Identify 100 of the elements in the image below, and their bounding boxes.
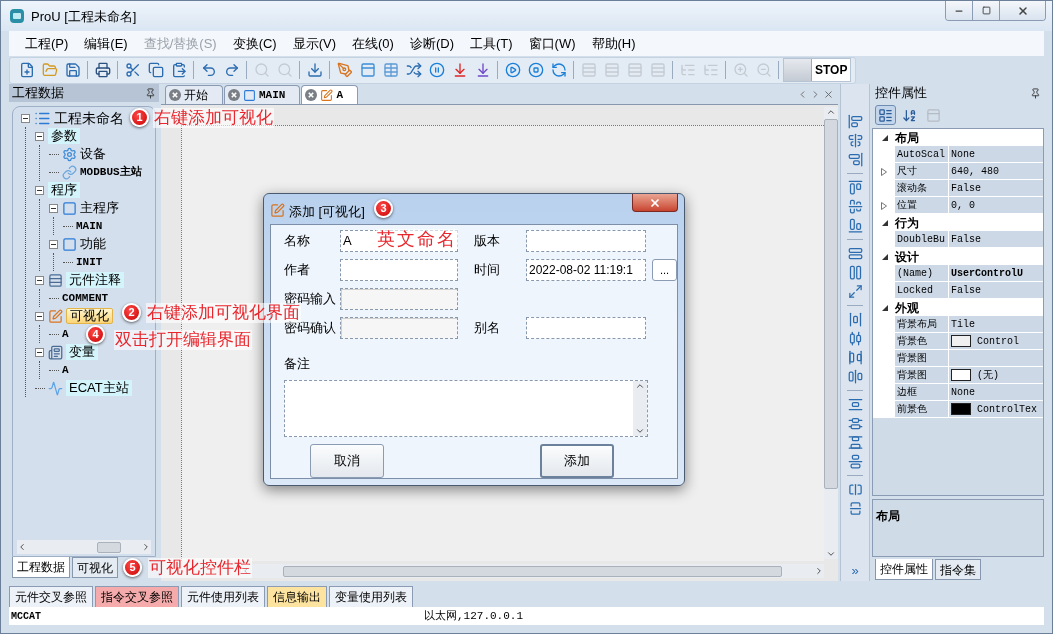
same-width-icon[interactable] — [847, 246, 863, 261]
collapse-icon[interactable] — [49, 203, 58, 213]
input-field[interactable] — [526, 317, 646, 339]
property-value[interactable]: False — [949, 231, 1043, 248]
menu-item[interactable]: 诊断(D) — [401, 33, 462, 54]
scroll-up-icon[interactable] — [826, 107, 836, 117]
distribute-icon[interactable] — [847, 312, 863, 327]
output-tab[interactable]: 元件使用列表 — [181, 586, 265, 607]
pin-icon[interactable] — [145, 87, 156, 99]
vertical-scrollbar[interactable] — [633, 380, 647, 436]
align-bottom-icon[interactable] — [847, 218, 863, 233]
expand-icon[interactable] — [881, 201, 887, 210]
collapse-icon[interactable] — [35, 131, 44, 141]
input-field[interactable] — [340, 317, 458, 339]
menu-item[interactable]: 工具(T) — [461, 33, 521, 54]
align-right-icon[interactable] — [847, 152, 863, 167]
distribute-icon[interactable] — [847, 369, 863, 384]
document-tab[interactable]: A — [301, 85, 358, 104]
collapse-icon[interactable] — [882, 134, 888, 141]
close-icon[interactable] — [228, 89, 240, 101]
tree-item[interactable]: 可视化 — [66, 308, 113, 324]
maximize-icon[interactable] — [981, 6, 991, 15]
scroll-down-icon[interactable] — [826, 549, 836, 559]
center-horizontal-icon[interactable] — [847, 482, 863, 497]
property-value[interactable]: 640, 480 — [949, 163, 1043, 180]
browse-button[interactable]: ... — [652, 259, 677, 281]
tree-item[interactable]: A — [62, 362, 69, 378]
distribute-icon[interactable] — [847, 397, 863, 412]
collapse-icon[interactable] — [35, 347, 44, 357]
align-left-icon[interactable] — [847, 114, 863, 129]
tree-item[interactable]: ECAT主站 — [66, 380, 132, 396]
pin-icon[interactable] — [1030, 87, 1041, 99]
input-field[interactable] — [526, 230, 646, 252]
tree-item[interactable]: 主程序 — [80, 200, 119, 216]
property-value[interactable]: UserControlU — [949, 265, 1043, 282]
property-value[interactable]: 0, 0 — [949, 197, 1043, 214]
collapse-icon[interactable] — [882, 304, 888, 311]
align-center-icon[interactable] — [847, 133, 863, 148]
same-size-icon[interactable] — [847, 284, 863, 299]
vertical-scrollbar[interactable] — [824, 107, 838, 559]
tree-item[interactable]: 设备 — [80, 146, 106, 162]
property-value[interactable]: False — [949, 180, 1043, 197]
property-value[interactable]: None — [949, 384, 1043, 401]
input-field[interactable] — [340, 259, 458, 281]
align-middle-icon[interactable] — [847, 199, 863, 214]
distribute-icon[interactable] — [847, 416, 863, 431]
scrollbar-thumb[interactable] — [824, 119, 838, 489]
collapse-icon[interactable] — [882, 253, 888, 260]
property-value[interactable]: (无) — [949, 367, 1043, 384]
menu-item[interactable]: 显示(V) — [284, 33, 345, 54]
close-icon[interactable] — [649, 196, 661, 209]
dialog-button[interactable]: 添加 — [540, 444, 614, 478]
output-tab[interactable]: 信息输出 — [267, 586, 327, 607]
tree-item[interactable]: MODBUS主站 — [80, 164, 142, 180]
menu-item[interactable]: 编辑(E) — [76, 33, 136, 54]
property-value[interactable]: Tile — [949, 316, 1043, 333]
menu-item[interactable]: 变换(C) — [224, 33, 285, 54]
document-tab[interactable]: MAIN — [224, 85, 301, 104]
menu-item[interactable]: 窗口(W) — [520, 33, 584, 54]
panel-tab[interactable]: 指令集 — [935, 559, 981, 580]
collapse-icon[interactable] — [882, 219, 888, 226]
dialog-button[interactable]: 取消 — [310, 444, 384, 478]
maximize-button[interactable] — [973, 1, 1000, 20]
tree-item[interactable]: 变量 — [66, 344, 98, 360]
collapse-icon[interactable] — [35, 311, 44, 321]
tree-item[interactable]: 参数 — [48, 128, 80, 144]
scroll-left-icon[interactable] — [17, 542, 27, 552]
property-value[interactable]: None — [949, 146, 1043, 163]
panel-tab[interactable]: 工程数据 — [12, 557, 70, 578]
scroll-right-icon[interactable] — [814, 566, 824, 576]
menu-item[interactable]: 帮助(H) — [583, 33, 644, 54]
overflow-button[interactable]: » — [851, 564, 859, 577]
collapse-icon[interactable] — [49, 239, 58, 249]
collapse-icon[interactable] — [21, 113, 30, 123]
tree-item[interactable]: A — [62, 326, 69, 342]
panel-tab[interactable]: 可视化 — [72, 557, 118, 578]
collapse-icon[interactable] — [35, 185, 44, 195]
close-button[interactable] — [632, 194, 678, 212]
output-tab[interactable]: 指令交叉参照 — [95, 586, 179, 607]
panel-tab[interactable]: 控件属性 — [875, 559, 933, 580]
same-height-icon[interactable] — [847, 265, 863, 280]
distribute-icon[interactable] — [847, 435, 863, 450]
output-tab[interactable]: 元件交叉参照 — [9, 586, 93, 607]
close-icon[interactable] — [305, 89, 318, 101]
menu-item[interactable]: 工程(P) — [17, 33, 77, 54]
menu-item[interactable]: 在线(0) — [344, 33, 402, 54]
property-value[interactable]: ControlTex — [949, 401, 1043, 418]
scroll-down-icon[interactable] — [635, 426, 645, 436]
tree-item[interactable]: INIT — [76, 254, 103, 270]
tree-item[interactable]: MAIN — [76, 218, 103, 234]
tree-item[interactable]: 程序 — [48, 182, 80, 198]
center-vertical-icon[interactable] — [847, 501, 863, 516]
tree-item[interactable]: 功能 — [80, 236, 106, 252]
notes-field[interactable] — [284, 379, 648, 437]
tree-item[interactable]: COMMENT — [62, 290, 109, 306]
scrollbar-thumb[interactable] — [97, 541, 121, 553]
collapse-icon[interactable] — [35, 275, 44, 285]
horizontal-scrollbar[interactable] — [17, 540, 151, 554]
close-icon[interactable] — [169, 89, 181, 101]
distribute-icon[interactable] — [847, 454, 863, 469]
